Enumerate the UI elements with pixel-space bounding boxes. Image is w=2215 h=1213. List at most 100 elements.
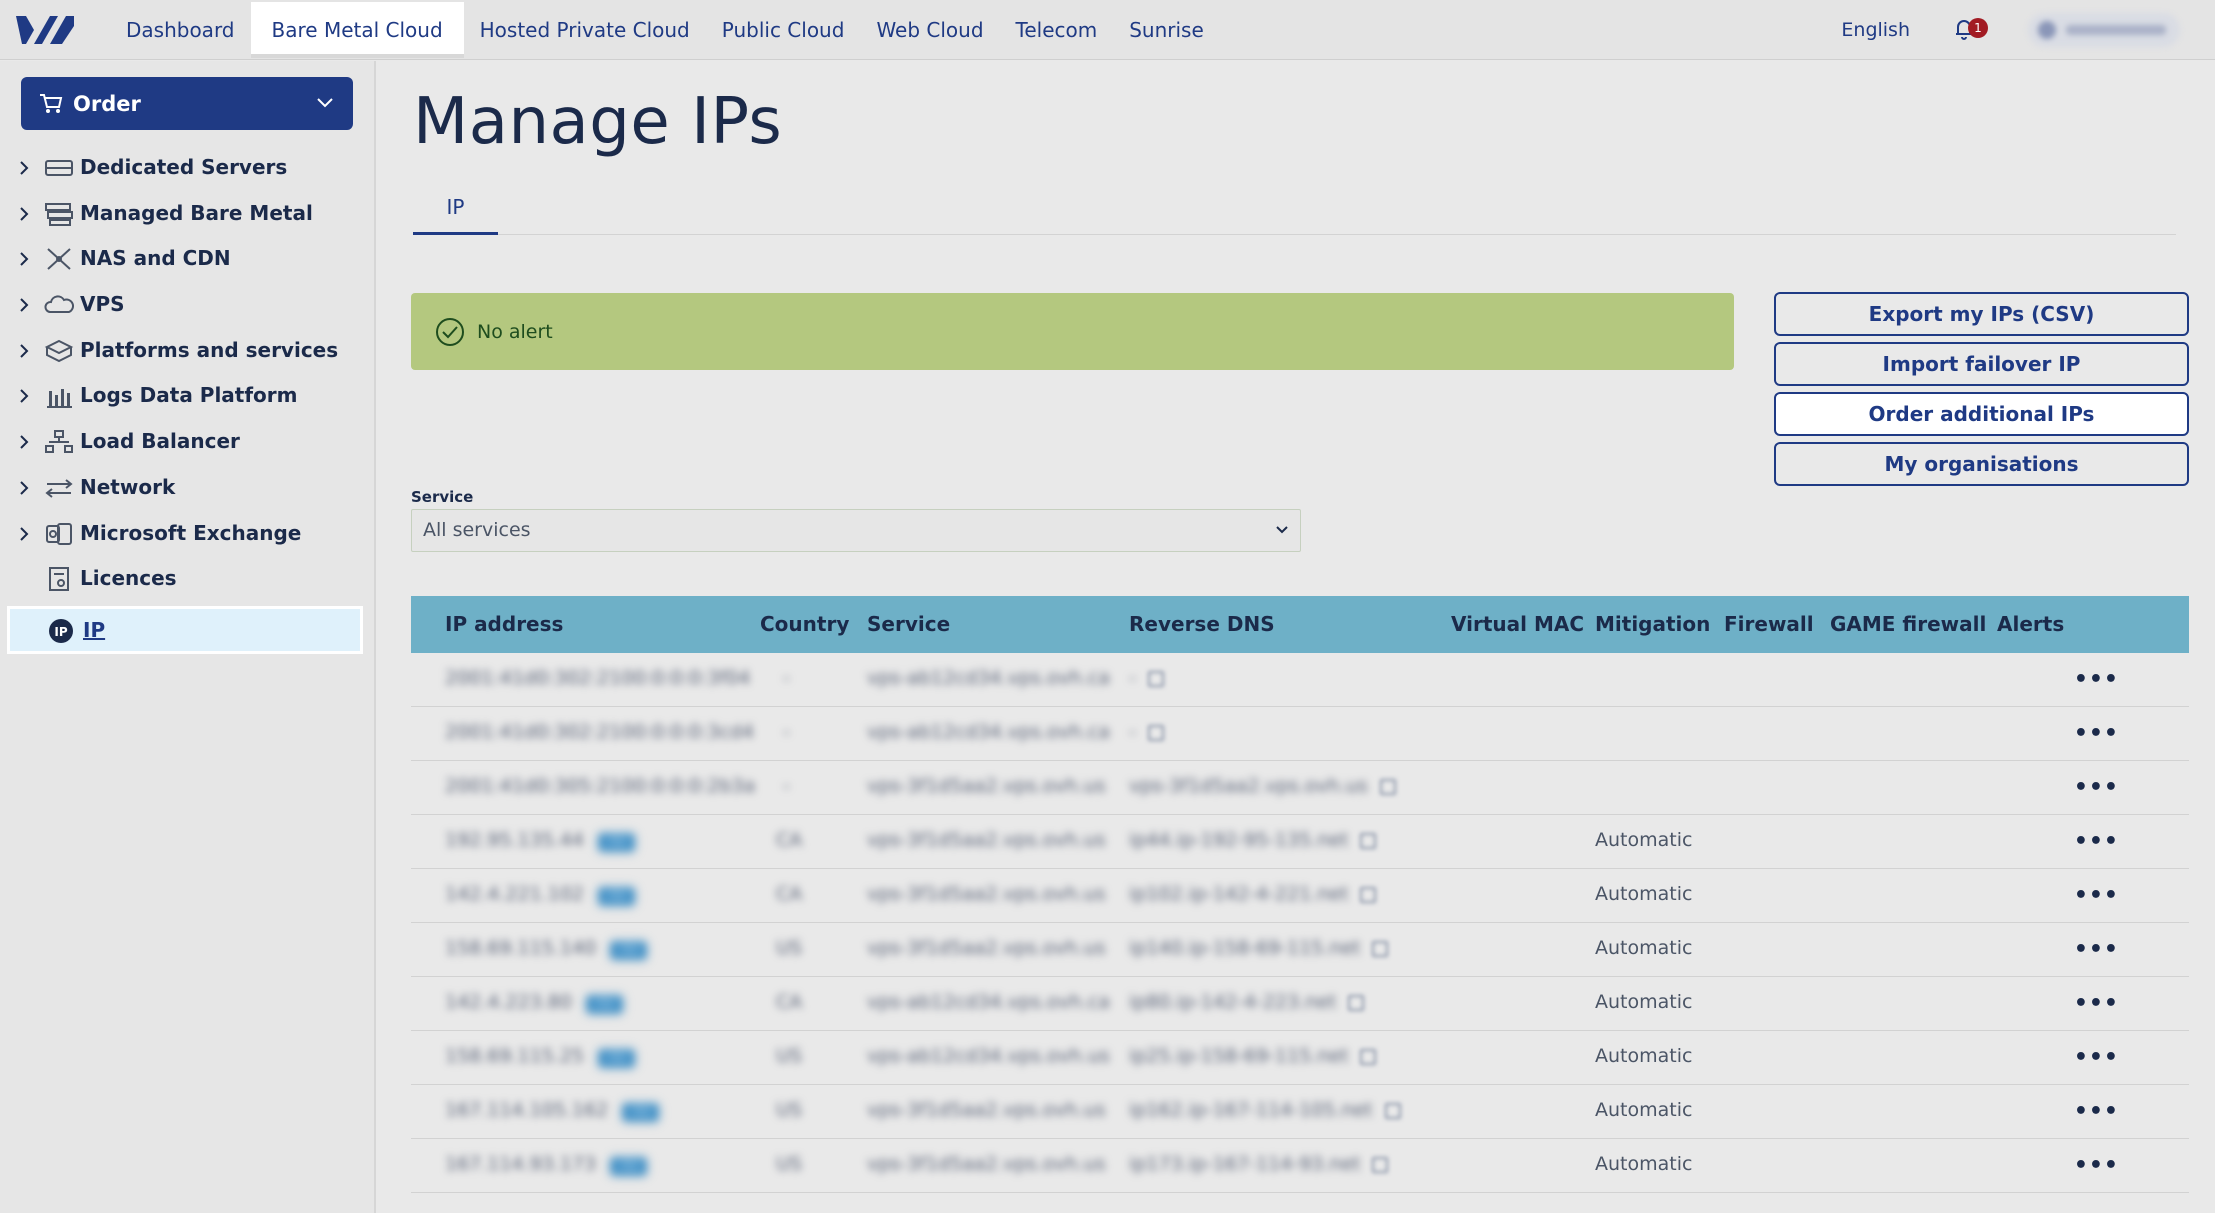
service-cell[interactable]: vps-3f1d5aa2.vps.ovh.us [867,775,1106,797]
ip-address-cell[interactable]: 167.114.93.173/32 [445,1153,648,1176]
tab-ip[interactable]: IP [413,191,498,235]
col-reverse-dns[interactable]: Reverse DNS [1129,612,1275,636]
col-service[interactable]: Service [867,612,950,636]
row-actions-menu-button[interactable]: ••• [2074,937,2119,962]
sidebar-item-network[interactable]: Network [0,465,376,511]
row-actions-menu-button[interactable]: ••• [2074,1153,2119,1178]
table-row[interactable]: 167.114.93.173/32 US vps-3f1d5aa2.vps.ovh.… [411,1139,2189,1193]
ip-address-cell[interactable]: 158.69.115.140/32 [445,937,648,960]
topnav-hosted-private-cloud[interactable]: Hosted Private Cloud [464,2,706,58]
edit-icon[interactable] [1384,1102,1401,1119]
table-row[interactable]: 2001:41d0:302:2100:0:0:0:3f04- vps-ab12cd… [411,653,2189,707]
language-selector[interactable]: English [1841,19,1910,41]
edit-icon[interactable] [1348,994,1365,1011]
col-country[interactable]: Country [760,612,849,636]
sidebar-item-licences[interactable]: Licences [0,556,376,602]
ip-address-cell[interactable]: 142.4.223.80/32 [445,991,623,1014]
col-game-firewall[interactable]: GAME firewall [1830,612,1986,636]
col-virtual-mac[interactable]: Virtual MAC [1451,612,1584,636]
edit-icon[interactable] [1379,778,1396,795]
row-actions-menu-button[interactable]: ••• [2074,667,2119,692]
ip-address-cell[interactable]: 167.114.105.162/32 [445,1099,660,1122]
ip-address-cell[interactable]: 2001:41d0:302:2100:0:0:0:3f04 [445,667,750,689]
edit-icon[interactable] [1372,940,1389,957]
ip-address-cell[interactable]: 158.69.115.25/32 [445,1045,635,1068]
row-actions-menu-button[interactable]: ••• [2074,1045,2119,1070]
sidebar-item-nas-and-cdn[interactable]: NAS and CDN [0,236,376,282]
ovh-logo-icon[interactable] [14,12,76,48]
reverse-dns-cell: ip25.ip-158-69-115.net [1129,1045,1377,1067]
row-actions-menu-button[interactable]: ••• [2074,829,2119,854]
table-row[interactable]: 142.4.223.80/32 CA vps-ab12cd34.vps.ovh.ca… [411,977,2189,1031]
topnav-public-cloud[interactable]: Public Cloud [706,2,861,58]
sidebar-item-load-balancer[interactable]: Load Balancer [0,419,376,465]
service-cell[interactable]: vps-3f1d5aa2.vps.ovh.us [867,1099,1106,1121]
sidebar-item-platforms-and-services[interactable]: Platforms and services [0,328,376,374]
topnav-web-cloud[interactable]: Web Cloud [860,2,999,58]
row-actions-menu-button[interactable]: ••• [2074,721,2119,746]
col-alerts[interactable]: Alerts [1997,612,2064,636]
col-firewall[interactable]: Firewall [1724,612,1814,636]
col-ip-address[interactable]: IP address [445,612,563,636]
sidebar-item-managed-bare-metal[interactable]: Managed Bare Metal [0,191,376,237]
service-cell[interactable]: vps-3f1d5aa2.vps.ovh.us [867,829,1106,851]
service-cell[interactable]: vps-ab12cd34.vps.ovh.ca [867,721,1110,743]
table-row[interactable]: 158.69.115.25/32 US vps-ab12cd34.vps.ovh.u… [411,1031,2189,1085]
table-row[interactable]: 2001:41d0:302:2100:0:0:0:3cd4- vps-ab12cd… [411,707,2189,761]
my-organisations-button[interactable]: My organisations [1774,442,2189,486]
ip-address-cell[interactable]: 142.4.221.102/32 [445,883,635,906]
edit-icon[interactable] [1372,1156,1389,1173]
chevron-right-icon[interactable] [18,525,30,543]
service-cell[interactable]: vps-3f1d5aa2.vps.ovh.us [867,937,1106,959]
row-actions-menu-button[interactable]: ••• [2074,991,2119,1016]
service-cell[interactable]: vps-3f1d5aa2.vps.ovh.us [867,883,1106,905]
chevron-right-icon[interactable] [18,342,30,360]
row-actions-menu-button[interactable]: ••• [2074,883,2119,908]
order-button[interactable]: Order [21,77,353,130]
chevron-right-icon[interactable] [18,479,30,497]
chevron-right-icon[interactable] [18,159,30,177]
block-tag: /32 [598,833,635,852]
table-row[interactable]: 142.4.221.102/32 CA vps-3f1d5aa2.vps.ovh.u… [411,869,2189,923]
chevron-right-icon[interactable] [18,433,30,451]
sidebar-item-microsoft-exchange[interactable]: Microsoft Exchange [0,511,376,557]
ip-address-cell[interactable]: 2001:41d0:302:2100:0:0:0:3cd4 [445,721,754,743]
chevron-right-icon[interactable] [18,296,30,314]
user-menu[interactable] [2028,13,2180,47]
edit-icon[interactable] [1360,886,1377,903]
table-row[interactable]: 167.114.105.162/32 US vps-3f1d5aa2.vps.ovh… [411,1085,2189,1139]
import-failover-ip-button[interactable]: Import failover IP [1774,342,2189,386]
edit-icon[interactable] [1360,832,1377,849]
col-mitigation[interactable]: Mitigation [1595,612,1710,636]
export-ips-csv-button[interactable]: Export my IPs (CSV) [1774,292,2189,336]
ip-address-cell[interactable]: 192.95.135.44/32 [445,829,635,852]
notifications-button[interactable]: 1 [1954,18,1988,42]
topnav-telecom[interactable]: Telecom [1000,2,1114,58]
table-row[interactable]: 192.95.135.44/32 CA vps-3f1d5aa2.vps.ovh.u… [411,815,2189,869]
topnav-bare-metal-cloud[interactable]: Bare Metal Cloud [250,2,464,58]
order-additional-ips-button[interactable]: Order additional IPs [1774,392,2189,436]
edit-icon[interactable] [1147,670,1164,687]
service-cell[interactable]: vps-ab12cd34.vps.ovh.ca [867,667,1110,689]
topnav-sunrise[interactable]: Sunrise [1113,2,1220,58]
topnav-dashboard[interactable]: Dashboard [110,2,251,58]
ip-address-value: 2001:41d0:302:2100:0:0:0:3cd4 [445,721,755,743]
service-cell[interactable]: vps-ab12cd34.vps.ovh.ca [867,991,1110,1013]
edit-icon[interactable] [1147,724,1164,741]
row-actions-menu-button[interactable]: ••• [2074,1099,2119,1124]
service-filter-select[interactable]: All services [411,509,1301,552]
ip-address-cell[interactable]: 2001:41d0:305:2100:0:0:0:2b3a [445,775,755,797]
table-row[interactable]: 158.69.115.140/32 US vps-3f1d5aa2.vps.ovh.… [411,923,2189,977]
sidebar-item-ip[interactable]: IP IP [7,605,363,654]
chevron-right-icon[interactable] [18,205,30,223]
edit-icon[interactable] [1360,1048,1377,1065]
sidebar-item-logs-data-platform[interactable]: Logs Data Platform [0,373,376,419]
chevron-right-icon[interactable] [18,250,30,268]
chevron-right-icon[interactable] [18,387,30,405]
service-cell[interactable]: vps-ab12cd34.vps.ovh.us [867,1045,1110,1067]
sidebar-item-dedicated-servers[interactable]: Dedicated Servers [0,145,376,191]
table-row[interactable]: 2001:41d0:305:2100:0:0:0:2b3a - vps-3f1d5a… [411,761,2189,815]
sidebar-item-vps[interactable]: VPS [0,282,376,328]
row-actions-menu-button[interactable]: ••• [2074,775,2119,800]
service-cell[interactable]: vps-3f1d5aa2.vps.ovh.us [867,1153,1106,1175]
